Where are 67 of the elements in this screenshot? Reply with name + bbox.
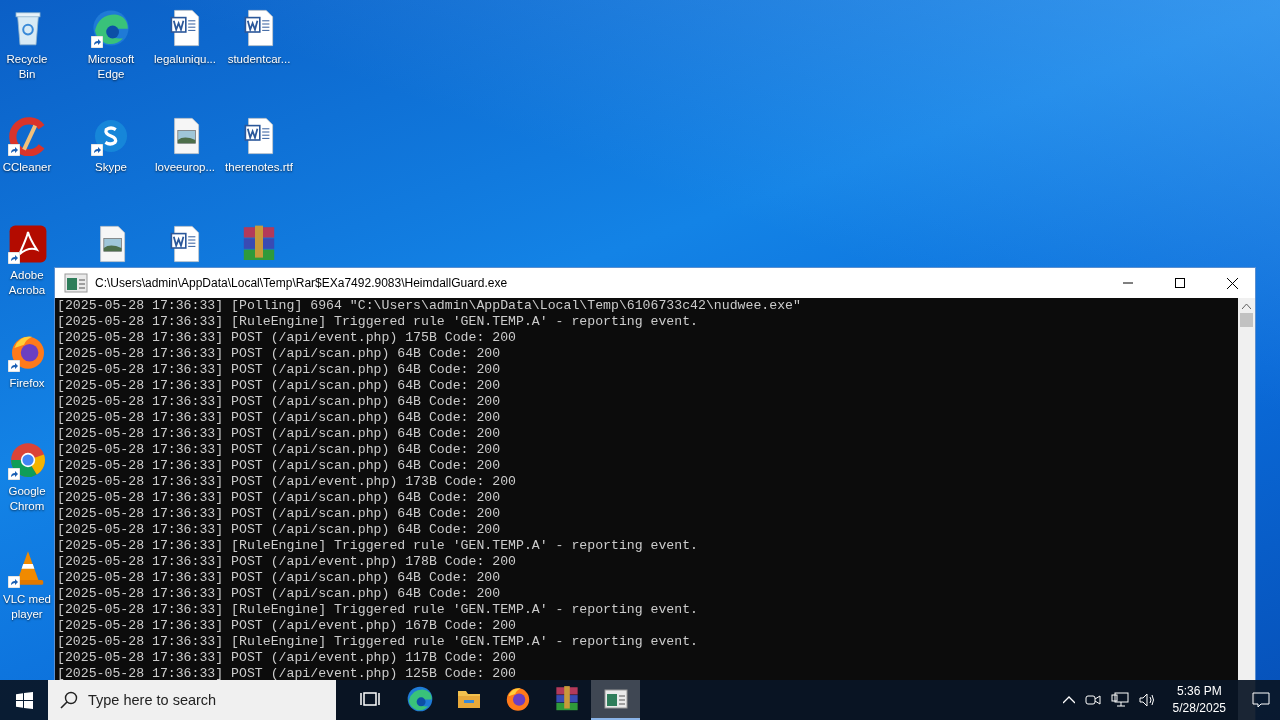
edge-icon: [405, 685, 434, 713]
search-icon: [60, 691, 78, 709]
console-window-icon: [602, 686, 629, 712]
desktop-icon-label: therenotes.rtf: [224, 160, 294, 175]
shortcut-arrow-icon: [8, 468, 20, 480]
console-line: [2025-05-28 17:36:33] POST (/api/scan.php) 64B Code: 200: [57, 410, 501, 426]
window-title: C:\Users\admin\AppData\Local\Temp\Rar$EXa7492.9083\HeimdallGuard.exe: [95, 276, 509, 290]
desktop-shortcut[interactable]: [8, 440, 48, 480]
console-line: [2025-05-28 17:36:33] [Polling] 6964 "C:\Users\admin\AppData\Local\Temp\6106733c42\nudwee.exe": [57, 298, 801, 314]
clock-date: 5/28/2025: [1172, 700, 1226, 717]
console-line: [2025-05-28 17:36:33] POST (/api/scan.php) 64B Code: 200: [57, 346, 501, 362]
console-line: [2025-05-28 17:36:33] POST (/api/event.php) 125B Code: 200: [57, 666, 516, 682]
shortcut-arrow-icon: [91, 144, 103, 156]
show-hidden-icons-button[interactable]: [1060, 696, 1077, 704]
maximize-icon: [1175, 278, 1185, 288]
taskbar-app-button[interactable]: [591, 680, 640, 720]
shortcut-arrow-icon: [8, 144, 20, 156]
desktop-icon-label: studentcar...: [226, 52, 292, 67]
console-line: [2025-05-28 17:36:33] [RuleEngine] Triggered rule 'GEN.TEMP.A' - reporting event.: [57, 538, 699, 554]
shortcut-arrow-icon: [8, 360, 20, 372]
close-icon: [1226, 277, 1238, 289]
clock[interactable]: 5:36 PM 5/28/2025: [1164, 683, 1234, 717]
console-line: [2025-05-28 17:36:33] POST (/api/event.php) 117B Code: 200: [57, 650, 516, 666]
desktop-icon-label: legaluniqu...: [153, 52, 217, 67]
console-line: [2025-05-28 17:36:33] POST (/api/event.php) 178B Code: 200: [57, 554, 516, 570]
desktop-icon-label: Microsoft Edge: [86, 52, 136, 82]
windows-logo-icon: [15, 691, 33, 709]
network-icon[interactable]: [1108, 692, 1131, 708]
console-line: [2025-05-28 17:36:33] POST (/api/scan.php) 64B Code: 200: [57, 394, 501, 410]
desktop-icon-label: Google Chrom: [7, 484, 47, 514]
console-line: [2025-05-28 17:36:33] POST (/api/scan.php) 64B Code: 200: [57, 586, 501, 602]
console-line: [2025-05-28 17:36:33] POST (/api/event.php) 175B Code: 200: [57, 330, 516, 346]
shortcut-arrow-icon: [8, 252, 20, 264]
console-line: [2025-05-28 17:36:33] POST (/api/scan.php) 64B Code: 200: [57, 490, 501, 506]
desktop-icon-label: Adobe Acroba: [7, 268, 47, 298]
console-line: [2025-05-28 17:36:33] POST (/api/scan.php) 64B Code: 200: [57, 442, 501, 458]
console-line: [2025-05-28 17:36:33] POST (/api/scan.php) 64B Code: 200: [57, 458, 501, 474]
shortcut-arrow-icon: [8, 576, 20, 588]
desktop-icon-label: loveeurop...: [153, 160, 217, 175]
console-line: [2025-05-28 17:36:33] POST (/api/scan.php) 64B Code: 200: [57, 506, 501, 522]
console-line: [2025-05-28 17:36:33] POST (/api/scan.php) 64B Code: 200: [57, 378, 501, 394]
search-field[interactable]: Type here to search: [48, 680, 336, 720]
shortcut-arrow-icon: [91, 36, 103, 48]
chrome-icon: [8, 440, 48, 480]
desktop-shortcut[interactable]: [8, 224, 48, 264]
desktop-icon-label: Firefox: [8, 376, 46, 391]
clock-time: 5:36 PM: [1175, 683, 1223, 700]
edge-icon: [91, 8, 131, 48]
console-line: [2025-05-28 17:36:33] [RuleEngine] Triggered rule 'GEN.TEMP.A' - reporting event.: [57, 314, 699, 330]
console-line: [2025-05-28 17:36:33] [RuleEngine] Triggered rule 'GEN.TEMP.A' - reporting event.: [57, 602, 699, 618]
camera-icon[interactable]: [1082, 692, 1103, 708]
desktop-shortcut[interactable]: [91, 8, 131, 48]
console-line: [2025-05-28 17:36:33] [RuleEngine] Triggered rule 'GEN.TEMP.A' - reporting event.: [57, 634, 699, 650]
console-line: [2025-05-28 17:36:33] POST (/api/scan.php) 64B Code: 200: [57, 362, 501, 378]
scroll-thumb[interactable]: [1240, 313, 1253, 327]
desktop-icon-label: CCleaner: [1, 160, 53, 175]
console-line: [2025-05-28 17:36:33] POST (/api/scan.php) 64B Code: 200: [57, 522, 501, 538]
console-window-icon: [63, 270, 89, 296]
console-line: [2025-05-28 17:36:33] POST (/api/event.php) 167B Code: 200: [57, 618, 516, 634]
desktop-icon-label: VLC med player: [2, 592, 52, 622]
desktop-icon-label: Recycle Bin: [5, 52, 49, 82]
console-line: [2025-05-28 17:36:33] POST (/api/scan.php) 64B Code: 200: [57, 570, 501, 586]
scroll-up-icon[interactable]: [1242, 303, 1251, 309]
desktop-icon-label: Skype: [94, 160, 128, 175]
pdf-reader-icon: [8, 224, 48, 264]
console-line: [2025-05-28 17:36:33] POST (/api/scan.php) 64B Code: 200: [57, 426, 501, 442]
console-line: [2025-05-28 17:36:33] POST (/api/event.php) 173B Code: 200: [57, 474, 516, 490]
